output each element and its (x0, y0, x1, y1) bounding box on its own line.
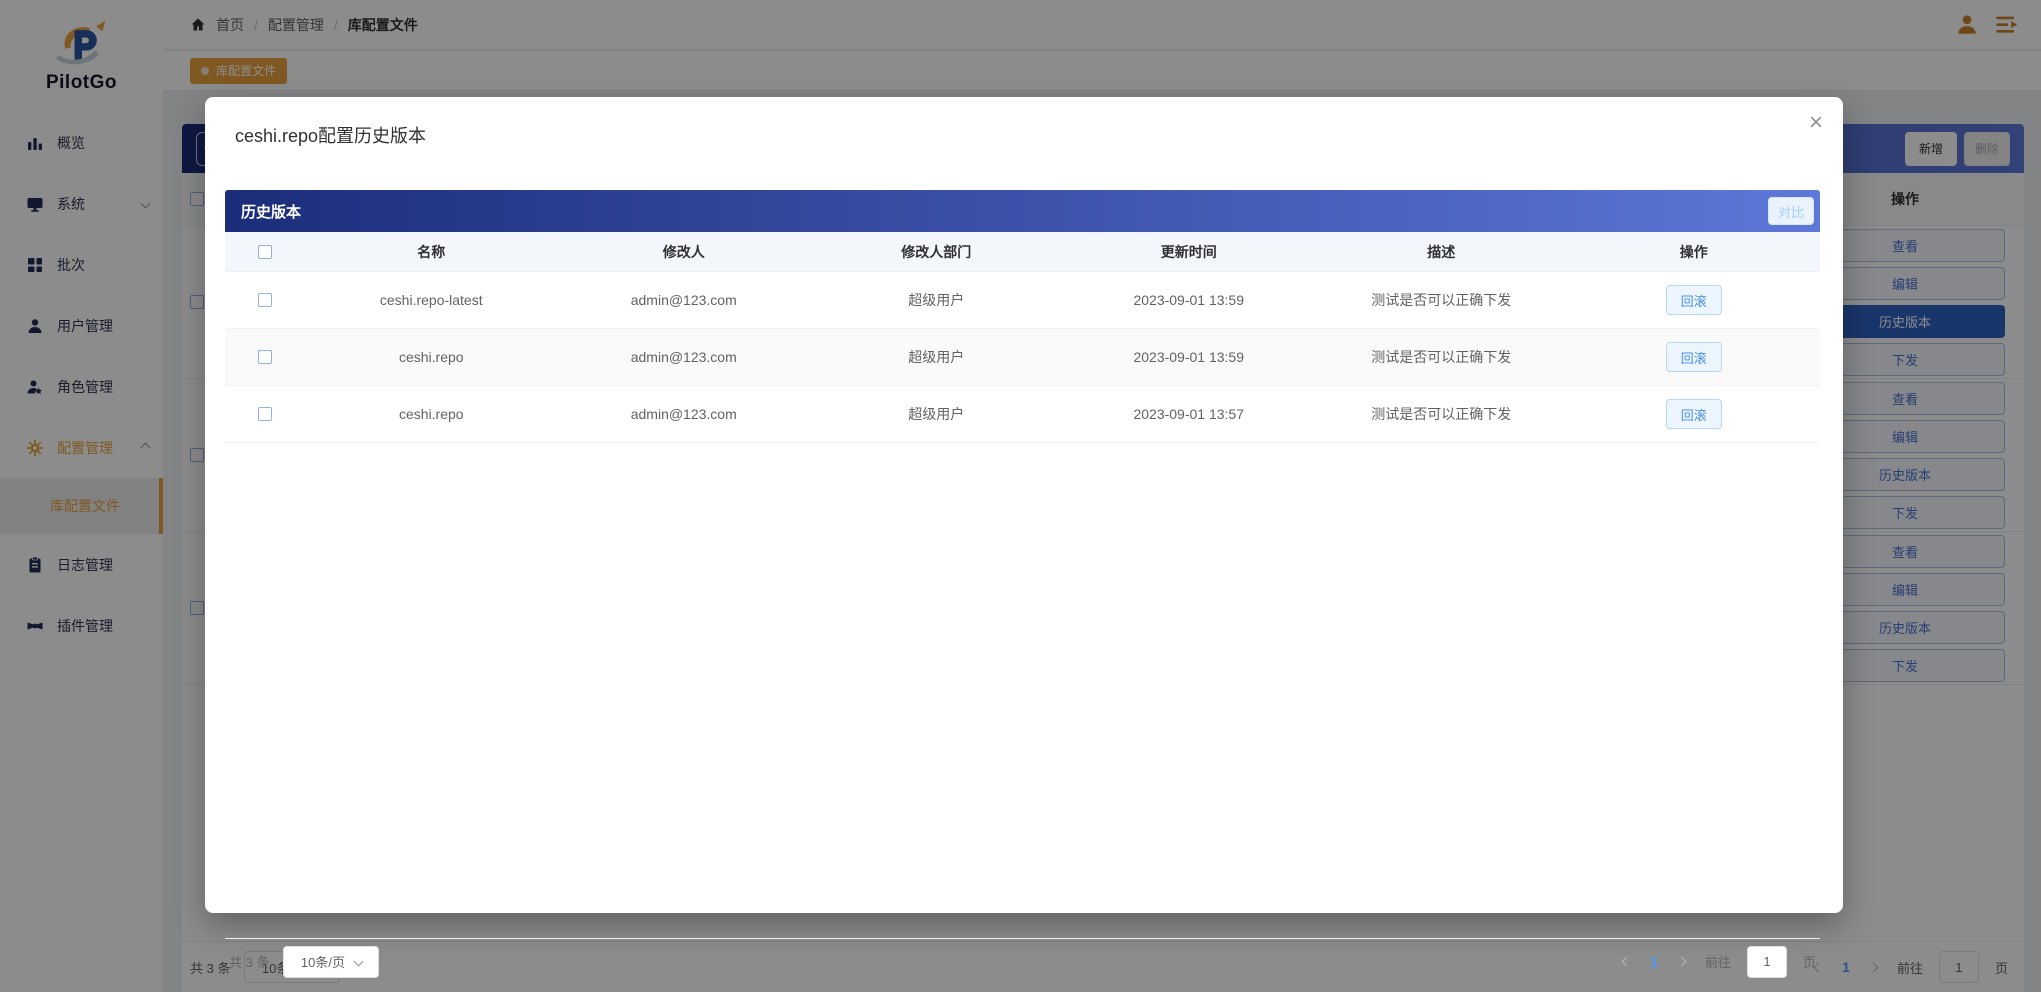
cell-department: 超级用户 (908, 406, 965, 422)
history-row: ceshi.repo admin@123.com 超级用户 2023-09-01… (225, 386, 1820, 443)
cell-description: 测试是否可以正确下发 (1371, 292, 1512, 308)
column-header-updated: 更新时间 (1160, 243, 1217, 260)
cell-updated: 2023-09-01 13:59 (1133, 292, 1245, 308)
row-checkbox[interactable] (258, 350, 272, 364)
select-all-checkbox[interactable] (258, 244, 272, 259)
total-count: 共 3 条 (229, 955, 270, 970)
chevron-down-icon (353, 956, 364, 967)
rollback-button[interactable]: 回滚 (1665, 342, 1722, 372)
cell-name: ceshi.repo-latest (379, 292, 483, 308)
row-checkbox[interactable] (258, 407, 272, 421)
history-table: 名称 修改人 修改人部门 更新时间 描述 操作 ceshi.repo-lates… (225, 232, 1820, 443)
cell-department: 超级用户 (908, 292, 965, 308)
cell-modifier: admin@123.com (630, 349, 737, 365)
cell-updated: 2023-09-01 13:57 (1133, 406, 1245, 422)
row-checkbox[interactable] (258, 293, 272, 307)
cell-description: 测试是否可以正确下发 (1371, 349, 1512, 365)
cell-name: ceshi.repo (398, 349, 464, 365)
modal-pagination: 共 3 条 10条/页 1 前往 页 (225, 938, 1820, 984)
goto-page-input[interactable] (1746, 945, 1787, 978)
pagination-left: 共 3 条 10条/页 (229, 945, 380, 978)
next-page-button[interactable] (1674, 954, 1689, 969)
history-version-modal: ceshi.repo配置历史版本 × 历史版本 对比 名称 修改人 修改人部门 … (205, 97, 1843, 978)
compare-button[interactable]: 对比 (1768, 197, 1814, 225)
app-root: PilotGo 概览 系统 批次 用户管理 角色管理 配置管理 库配置文件 日志… (0, 0, 2041, 992)
section-title: 历史版本 (241, 203, 302, 221)
cell-department: 超级用户 (908, 349, 965, 365)
history-row: ceshi.repo admin@123.com 超级用户 2023-09-01… (225, 329, 1820, 386)
column-header-modifier: 修改人 (662, 243, 705, 260)
column-header-operation: 操作 (1679, 243, 1708, 260)
history-row: ceshi.repo-latest admin@123.com 超级用户 202… (225, 272, 1820, 329)
rollback-button[interactable]: 回滚 (1665, 285, 1722, 315)
cell-modifier: admin@123.com (630, 406, 737, 422)
modal-title: ceshi.repo配置历史版本 (235, 126, 427, 146)
page-size-value: 10条/页 (300, 955, 345, 970)
cell-name: ceshi.repo (398, 406, 464, 422)
chevron-left-icon (1621, 956, 1632, 967)
modal-section-bar: 历史版本 对比 (225, 190, 1820, 232)
prev-page-button[interactable] (1619, 954, 1634, 969)
chevron-right-icon (1676, 956, 1687, 967)
cell-description: 测试是否可以正确下发 (1371, 406, 1512, 422)
column-header-department: 修改人部门 (901, 243, 972, 260)
current-page-number[interactable]: 1 (1650, 954, 1658, 970)
pagination-right: 1 前往 页 (1619, 945, 1816, 978)
close-icon[interactable]: × (1809, 111, 1823, 135)
rollback-button[interactable]: 回滚 (1665, 399, 1722, 429)
column-header-description: 描述 (1427, 243, 1456, 260)
goto-label: 前往 (1704, 955, 1731, 970)
page-size-select[interactable]: 10条/页 (283, 945, 380, 978)
cell-modifier: admin@123.com (630, 292, 737, 308)
column-header-name: 名称 (417, 243, 446, 260)
history-table-header: 名称 修改人 修改人部门 更新时间 描述 操作 (225, 232, 1820, 272)
page-unit-label: 页 (1802, 955, 1816, 970)
cell-updated: 2023-09-01 13:59 (1133, 349, 1245, 365)
